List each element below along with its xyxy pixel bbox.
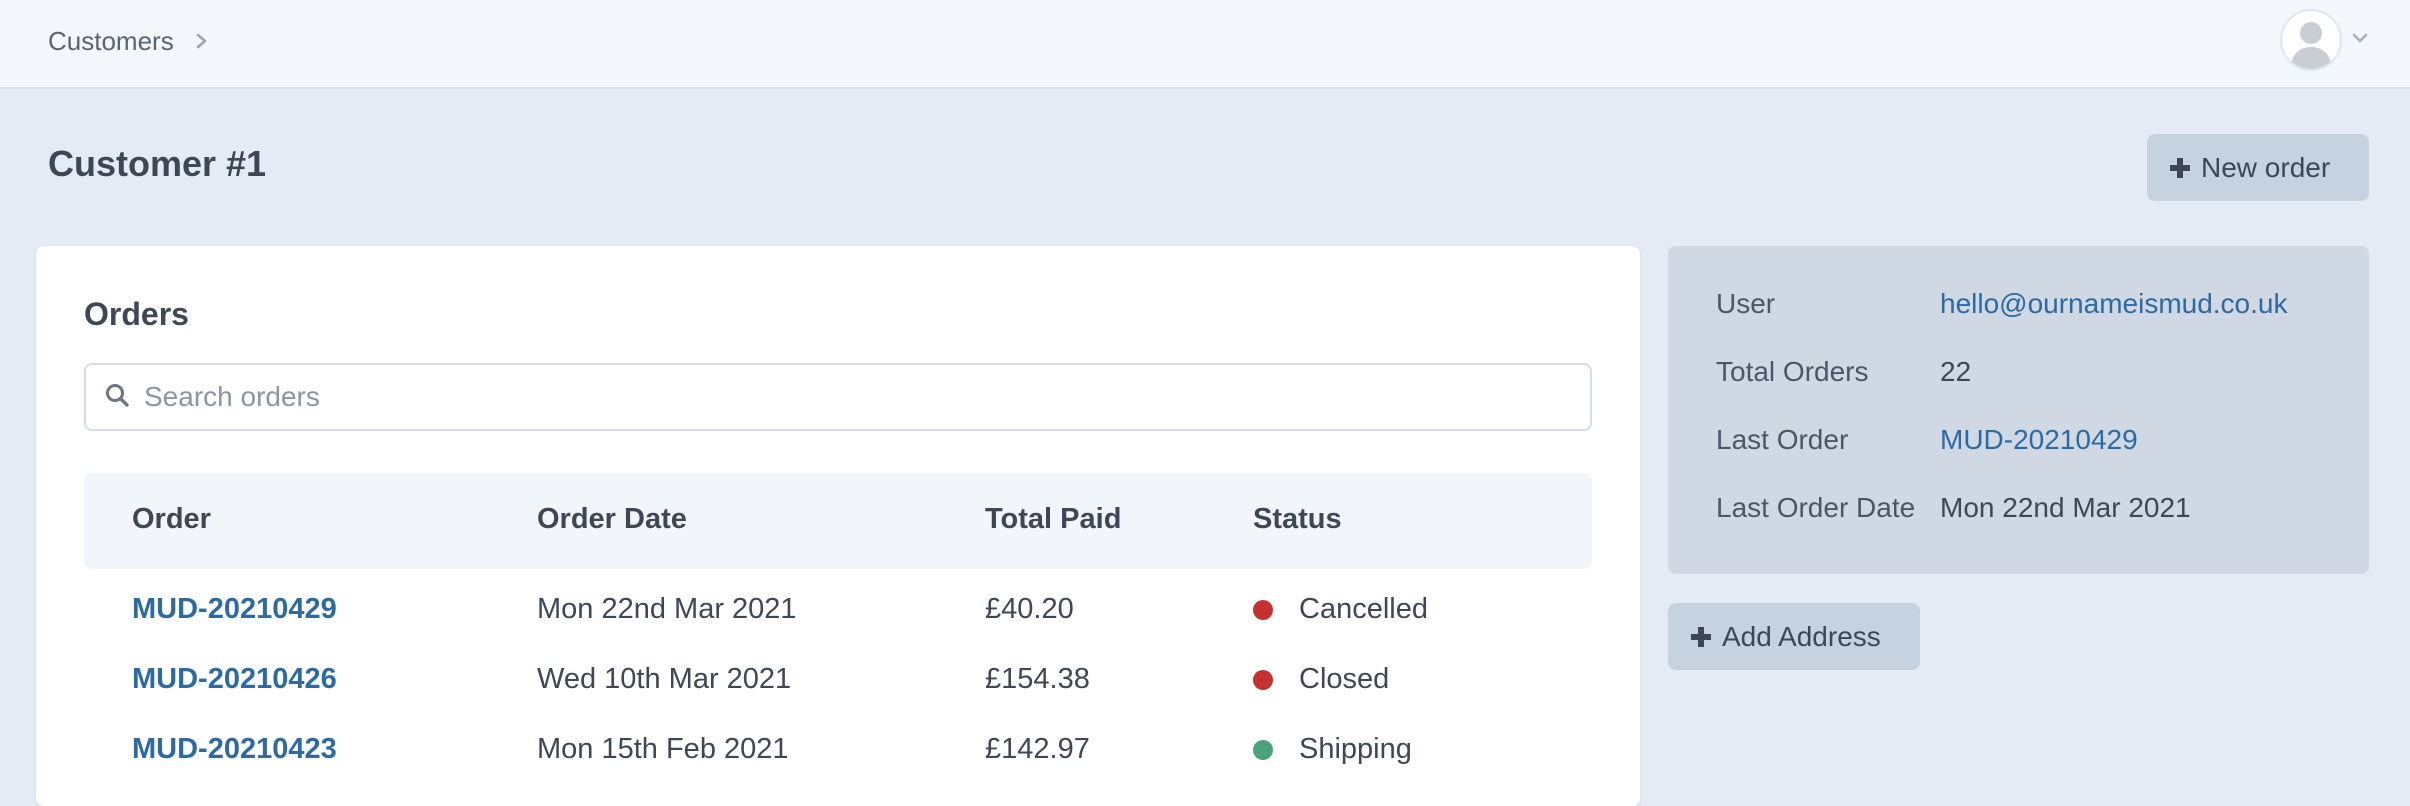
new-order-button[interactable]: New order [2147, 134, 2369, 201]
add-address-button[interactable]: Add Address [1668, 603, 1920, 670]
status: Closed [1253, 663, 1389, 696]
last-order-link[interactable]: MUD-20210429 [1940, 424, 2138, 456]
table-row[interactable]: MUD-20210429 Mon 22nd Mar 2021 £40.20 Ca… [84, 581, 1592, 641]
total-paid: £142.97 [985, 733, 1090, 765]
breadcrumb: Customers [48, 24, 212, 58]
order-date: Mon 22nd Mar 2021 [537, 593, 797, 625]
last-order-date-value: Mon 22nd Mar 2021 [1940, 492, 2191, 523]
column-header-total-paid[interactable]: Total Paid [985, 503, 1121, 536]
table-header: Order Order Date Total Paid Status [84, 473, 1592, 569]
plus-icon [1690, 621, 1712, 653]
status-dot-icon [1253, 599, 1273, 620]
order-date: Mon 15th Feb 2021 [537, 733, 789, 765]
breadcrumb-item-customers[interactable]: Customers [48, 26, 174, 57]
chevron-down-icon[interactable] [2348, 26, 2372, 55]
total-paid: £154.38 [985, 663, 1090, 695]
status-dot-icon [1253, 739, 1273, 760]
table-row[interactable]: MUD-20210426 Wed 10th Mar 2021 £154.38 C… [84, 651, 1592, 711]
status-label: Closed [1299, 663, 1390, 695]
column-header-status[interactable]: Status [1253, 503, 1342, 536]
info-label-last-order: Last Order [1716, 424, 1849, 455]
search-box[interactable] [84, 363, 1592, 431]
table-row[interactable]: MUD-20210423 Mon 15th Feb 2021 £142.97 S… [84, 721, 1592, 781]
search-icon [104, 382, 130, 413]
status: Cancelled [1253, 593, 1428, 626]
chevron-right-icon [192, 24, 212, 58]
search-input[interactable] [142, 380, 1546, 414]
orders-panel: Orders Order Order Date Total Paid Statu… [36, 246, 1640, 806]
order-link[interactable]: MUD-20210423 [132, 733, 337, 766]
column-header-order-date[interactable]: Order Date [537, 503, 687, 536]
user-email-link[interactable]: hello@ournameismud.co.uk [1940, 288, 2287, 320]
info-label-last-order-date: Last Order Date [1716, 492, 1916, 523]
order-link[interactable]: MUD-20210426 [132, 663, 337, 696]
orders-heading: Orders [84, 296, 189, 332]
status: Shipping [1253, 733, 1412, 766]
status-label: Shipping [1299, 733, 1412, 765]
plus-icon [2169, 152, 2191, 184]
page-title: Customer #1 [48, 143, 267, 184]
total-orders-value: 22 [1940, 356, 1972, 387]
total-paid: £40.20 [985, 593, 1074, 625]
status-label: Cancelled [1299, 593, 1428, 625]
order-date: Wed 10th Mar 2021 [537, 663, 792, 695]
user-avatar-icon[interactable] [2280, 9, 2342, 71]
new-order-label: New order [2201, 151, 2331, 183]
info-label-user: User [1716, 288, 1776, 319]
info-label-total-orders: Total Orders [1716, 356, 1869, 387]
user-menu[interactable] [2280, 8, 2372, 72]
top-bar: Customers [0, 0, 2410, 89]
column-header-order[interactable]: Order [132, 503, 211, 536]
customer-info-panel: User hello@ournameismud.co.uk Total Orde… [1668, 246, 2369, 574]
order-link[interactable]: MUD-20210429 [132, 593, 337, 626]
status-dot-icon [1253, 669, 1273, 690]
add-address-label: Add Address [1722, 620, 1881, 652]
